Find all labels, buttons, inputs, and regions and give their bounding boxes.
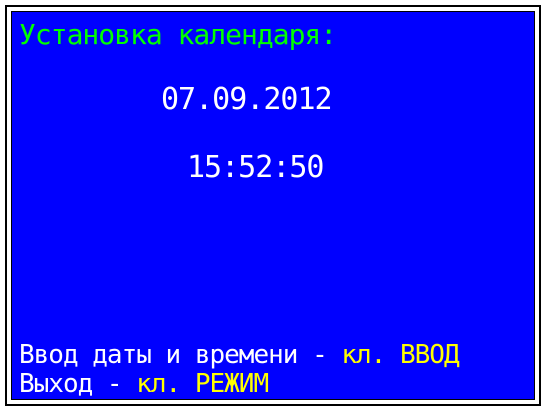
exit-hint: Выход - кл. РЕЖИМ <box>19 369 269 399</box>
enter-key-label: кл. ВВОД <box>341 340 459 370</box>
screen-title: Установка календаря: <box>19 18 337 51</box>
enter-hint: Ввод даты и времени - кл. ВВОД <box>19 340 460 370</box>
time-value: 15:52:50 <box>187 150 324 185</box>
mode-key-label: кл. РЕЖИМ <box>136 369 269 399</box>
exit-hint-text: Выход - <box>19 369 137 399</box>
device-display-frame: Установка календаря: 07.09.2012 15:52:50… <box>5 5 541 406</box>
enter-hint-text: Ввод даты и времени - <box>19 340 342 370</box>
calendar-setup-screen: Установка календаря: 07.09.2012 15:52:50… <box>11 11 535 400</box>
date-value: 07.09.2012 <box>161 82 333 117</box>
